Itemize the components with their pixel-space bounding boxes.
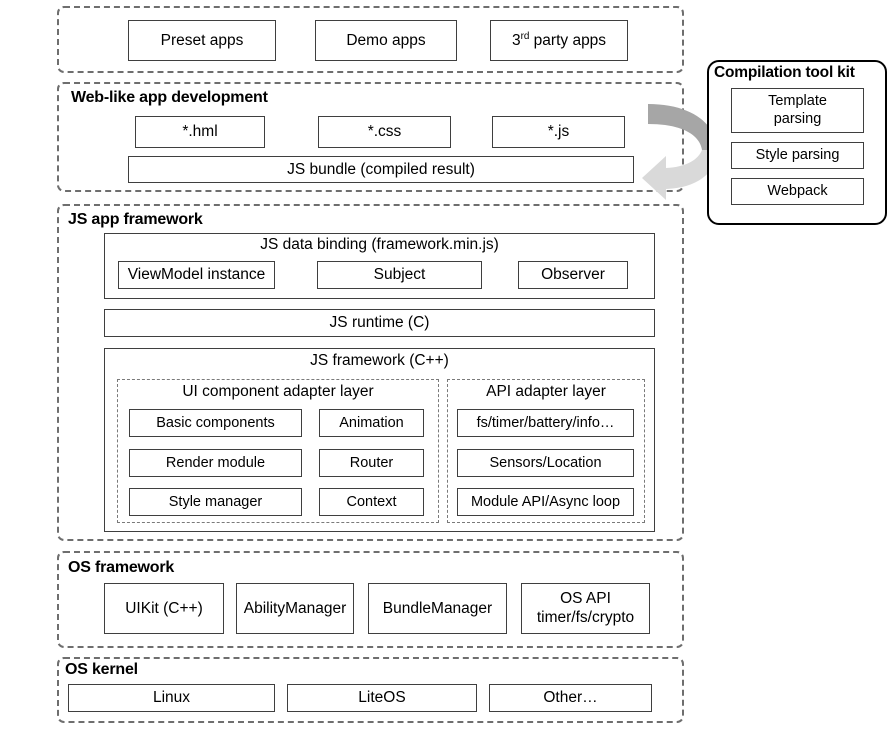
- api-adapter-layer-title: API adapter layer: [486, 383, 606, 400]
- architecture-diagram: Preset apps Demo apps 3rd party apps Web…: [0, 0, 895, 733]
- js-runtime-label: JS runtime (C): [329, 314, 430, 332]
- os-kernel-title: OS kernel: [65, 661, 138, 678]
- os-kernel-box-linux[interactable]: Linux: [68, 684, 275, 712]
- toolkit-box-style-parsing[interactable]: Style parsing: [731, 142, 864, 169]
- api-box-module-api-async-loop-label: Module API/Async loop: [470, 493, 621, 510]
- js-app-framework-title: JS app framework: [68, 211, 203, 228]
- ui-component-adapter-layer-title: UI component adapter layer: [182, 383, 374, 400]
- binding-box-observer[interactable]: Observer: [518, 261, 628, 289]
- app-box-third-party-apps[interactable]: 3rd party apps: [490, 20, 628, 61]
- os-framework-box-abilitymanager-label: AbilityManager: [243, 599, 347, 617]
- toolkit-box-template-parsing-line2: parsing: [773, 110, 822, 127]
- binding-box-viewmodel-instance-label: ViewModel instance: [127, 266, 266, 284]
- ui-box-basic-components-label: Basic components: [156, 414, 275, 431]
- toolkit-box-template-parsing[interactable]: Template parsing: [731, 88, 864, 133]
- ui-box-style-manager[interactable]: Style manager: [129, 488, 302, 516]
- binding-box-viewmodel-instance[interactable]: ViewModel instance: [118, 261, 275, 289]
- toolkit-box-template-parsing-line1: Template: [768, 93, 827, 110]
- binding-box-subject-label: Subject: [373, 266, 426, 284]
- os-kernel-box-liteos[interactable]: LiteOS: [287, 684, 477, 712]
- app-box-preset-apps-label: Preset apps: [160, 31, 244, 49]
- ui-box-render-module-label: Render module: [165, 454, 266, 471]
- binding-box-observer-label: Observer: [541, 266, 605, 284]
- ui-box-context-label: Context: [346, 493, 397, 510]
- toolkit-box-webpack[interactable]: Webpack: [731, 178, 864, 205]
- file-box-css[interactable]: *.css: [318, 116, 451, 148]
- ui-box-animation[interactable]: Animation: [319, 409, 424, 437]
- os-framework-box-bundlemanager-label: BundleManager: [382, 599, 493, 617]
- os-kernel-box-other[interactable]: Other…: [489, 684, 652, 712]
- app-box-preset-apps[interactable]: Preset apps: [128, 20, 276, 61]
- api-box-fs-timer-battery-info-label: fs/timer/battery/info…: [476, 414, 615, 431]
- compilation-tool-kit-title: Compilation tool kit: [714, 64, 855, 81]
- ui-box-style-manager-label: Style manager: [168, 493, 263, 510]
- os-framework-box-bundlemanager[interactable]: BundleManager: [368, 583, 507, 634]
- ui-box-render-module[interactable]: Render module: [129, 449, 302, 477]
- os-framework-box-os-api[interactable]: OS API timer/fs/crypto: [521, 583, 650, 634]
- ordinal-number: 3: [511, 31, 521, 49]
- app-box-demo-apps-label: Demo apps: [346, 31, 426, 49]
- ui-box-context[interactable]: Context: [319, 488, 424, 516]
- ordinal-rest: party apps: [529, 31, 607, 49]
- os-framework-box-os-api-line2: timer/fs/crypto: [536, 608, 635, 626]
- toolkit-box-style-parsing-label: Style parsing: [755, 147, 840, 164]
- file-box-hml[interactable]: *.hml: [135, 116, 265, 148]
- js-bundle-box[interactable]: JS bundle (compiled result): [128, 156, 634, 183]
- api-box-module-api-async-loop[interactable]: Module API/Async loop: [457, 488, 634, 516]
- js-framework-title: JS framework (C++): [310, 352, 449, 369]
- binding-box-subject[interactable]: Subject: [317, 261, 482, 289]
- ui-box-router-label: Router: [349, 454, 394, 471]
- js-data-binding-title: JS data binding (framework.min.js): [260, 236, 499, 253]
- file-box-js[interactable]: *.js: [492, 116, 625, 148]
- os-framework-title: OS framework: [68, 559, 175, 576]
- ui-box-animation-label: Animation: [339, 414, 404, 431]
- os-kernel-box-liteos-label: LiteOS: [358, 689, 406, 707]
- file-box-hml-label: *.hml: [182, 123, 218, 141]
- app-box-third-party-apps-label: 3rd party apps: [511, 31, 607, 49]
- file-box-css-label: *.css: [367, 123, 402, 141]
- web-layer-title: Web-like app development: [71, 89, 268, 106]
- js-bundle-label: JS bundle (compiled result): [287, 160, 475, 178]
- os-kernel-box-linux-label: Linux: [152, 689, 191, 707]
- os-kernel-box-other-label: Other…: [543, 689, 598, 707]
- api-box-fs-timer-battery-info[interactable]: fs/timer/battery/info…: [457, 409, 634, 437]
- os-framework-box-uikit[interactable]: UIKit (C++): [104, 583, 224, 634]
- api-box-sensors-location-label: Sensors/Location: [489, 454, 602, 471]
- app-box-demo-apps[interactable]: Demo apps: [315, 20, 457, 61]
- os-framework-box-uikit-label: UIKit (C++): [125, 599, 203, 617]
- os-framework-box-abilitymanager[interactable]: AbilityManager: [236, 583, 354, 634]
- os-framework-box-os-api-line1: OS API: [560, 590, 611, 608]
- file-box-js-label: *.js: [547, 123, 570, 141]
- js-runtime-box[interactable]: JS runtime (C): [104, 309, 655, 337]
- toolkit-box-webpack-label: Webpack: [767, 183, 828, 200]
- ui-box-basic-components[interactable]: Basic components: [129, 409, 302, 437]
- ui-box-router[interactable]: Router: [319, 449, 424, 477]
- api-box-sensors-location[interactable]: Sensors/Location: [457, 449, 634, 477]
